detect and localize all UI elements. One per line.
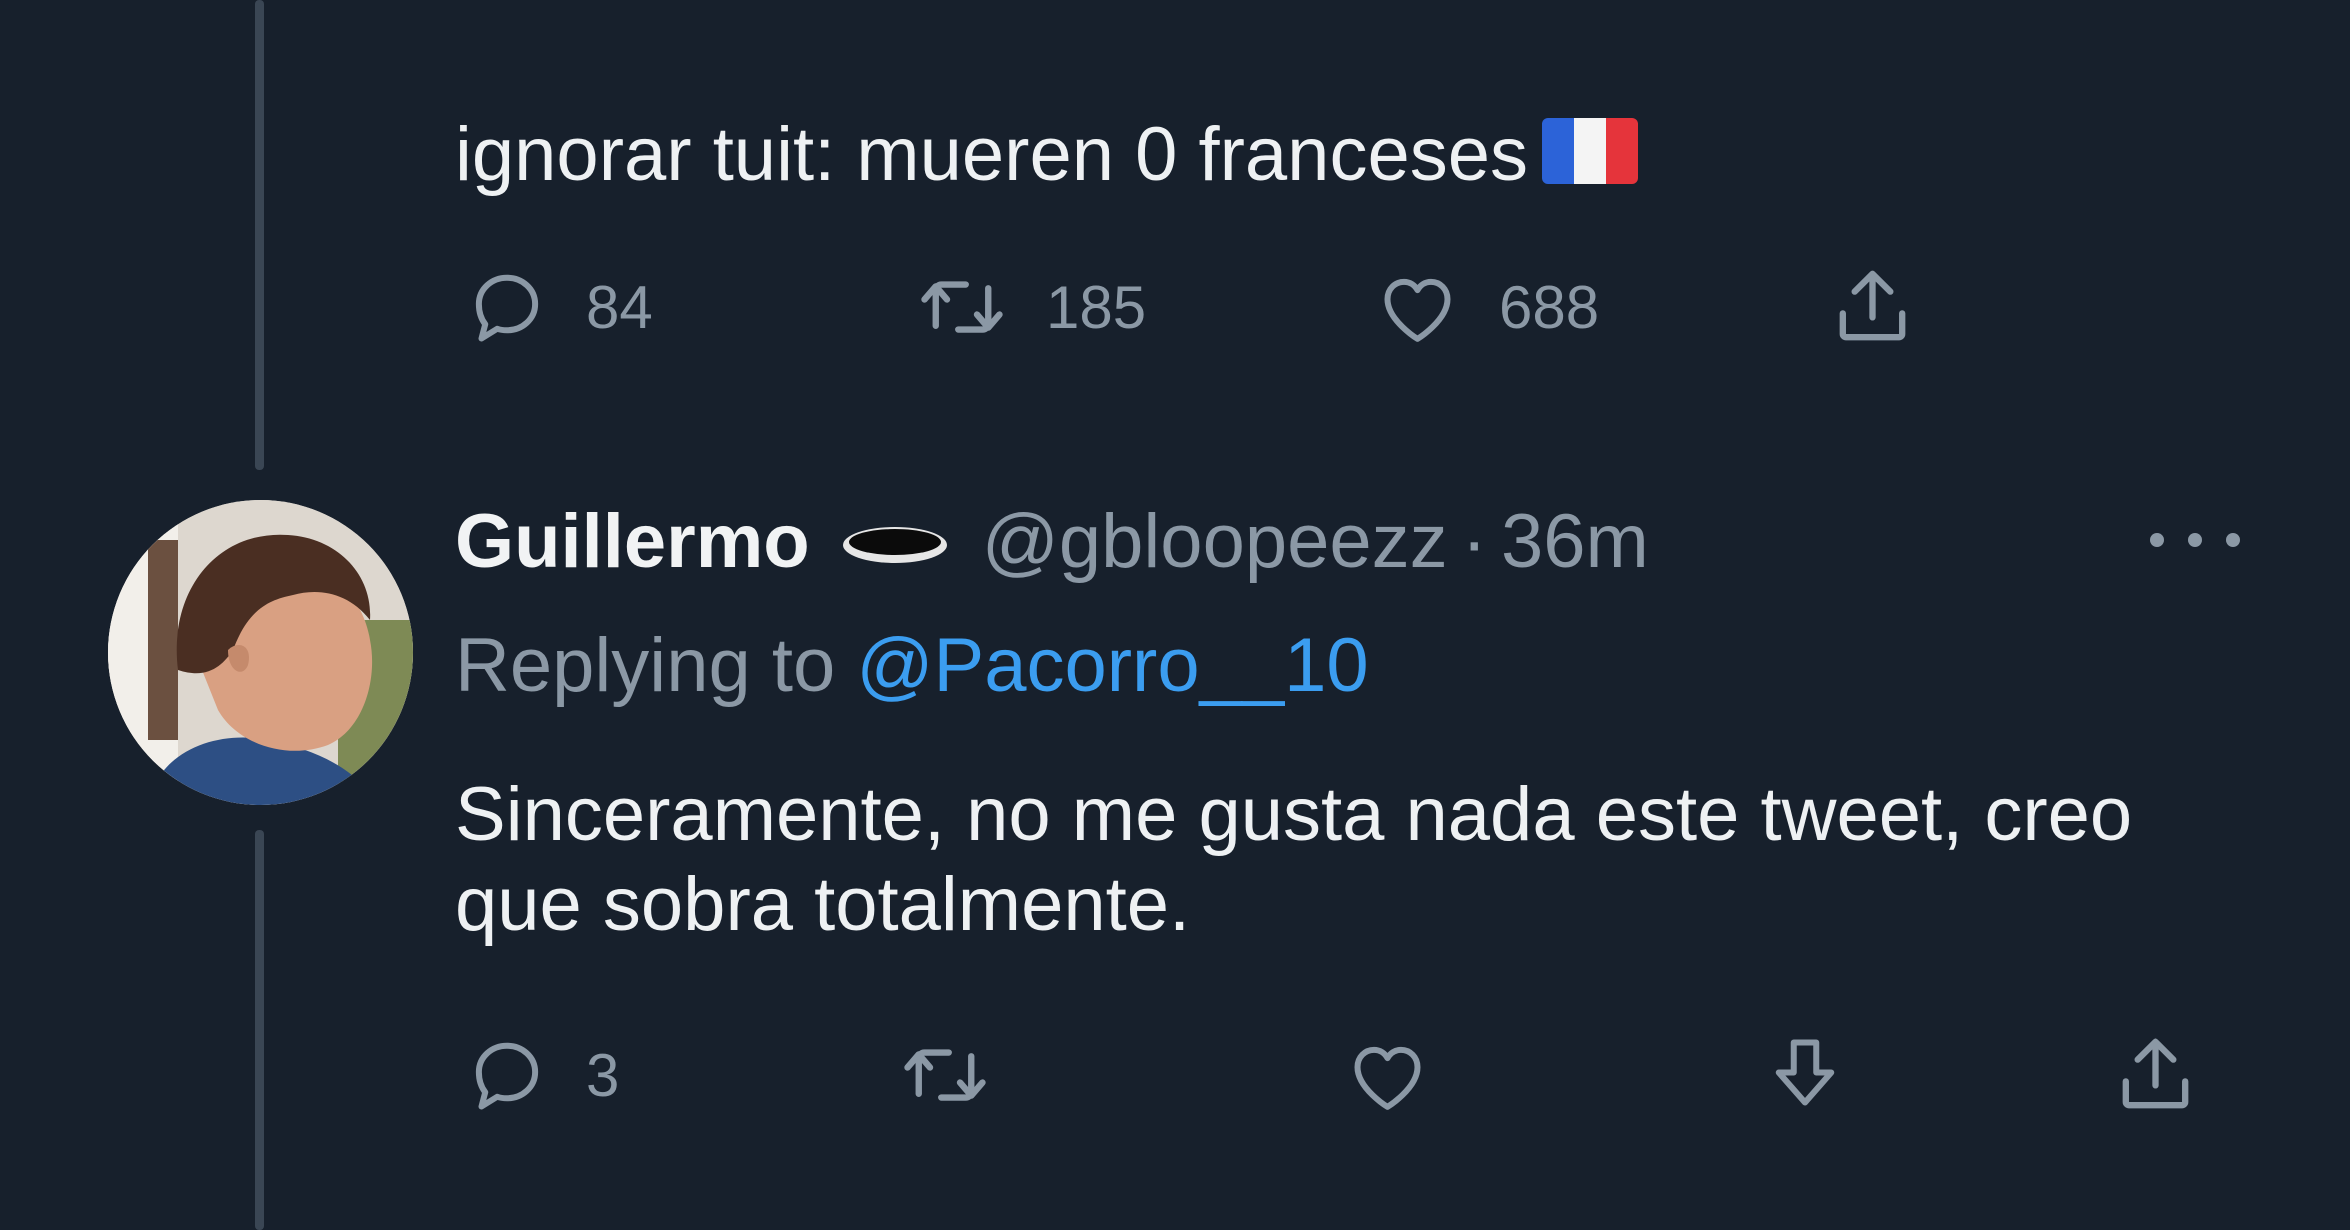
parent-tweet-body: ignorar tuit: mueren 0 franceses — [455, 112, 1528, 197]
hole-icon — [840, 498, 950, 585]
more-dot — [2188, 533, 2202, 547]
reply-header: Guillermo @gbloopeezz · 36m — [455, 498, 1649, 585]
reply-icon — [475, 1042, 539, 1110]
more-options-button[interactable] — [2150, 520, 2240, 560]
reply-count: 3 — [586, 1041, 620, 1109]
tweet-thread: ignorar tuit: mueren 0 franceses 84 185 … — [0, 0, 2350, 1230]
user-handle[interactable]: @gbloopeezz — [982, 498, 1448, 585]
retweet-count: 185 — [1046, 273, 1147, 341]
retweet-button[interactable]: 185 — [912, 262, 1146, 352]
reply-count: 84 — [586, 273, 653, 341]
retweet-button[interactable] — [895, 1030, 995, 1120]
reply-button[interactable]: 84 — [462, 262, 653, 352]
retweet-icon — [904, 1049, 986, 1101]
more-dot — [2150, 533, 2164, 547]
thread-connector-line — [255, 830, 264, 1230]
like-button[interactable]: 688 — [1370, 262, 1599, 352]
share-button[interactable] — [1825, 258, 1920, 353]
reply-button[interactable]: 3 — [462, 1030, 619, 1120]
share-icon — [1839, 270, 1906, 341]
more-dot — [2226, 533, 2240, 547]
replying-to: Replying to @Pacorro__10 — [455, 622, 1369, 709]
arrow-down-icon — [1775, 1039, 1835, 1106]
reply-tweet-text: Sinceramente, no me gusta nada este twee… — [455, 772, 2133, 947]
replying-prefix: Replying to — [455, 623, 836, 708]
display-name[interactable]: Guillermo — [455, 498, 810, 585]
parent-tweet-text: ignorar tuit: mueren 0 franceses — [455, 110, 1638, 200]
like-button[interactable] — [1340, 1030, 1435, 1120]
timestamp[interactable]: 36m — [1501, 498, 1649, 585]
separator-dot: · — [1461, 499, 1487, 584]
replying-to-mention[interactable]: @Pacorro__10 — [856, 623, 1368, 708]
retweet-icon — [921, 281, 1003, 333]
heart-icon — [1384, 278, 1451, 342]
france-flag-icon — [1541, 118, 1638, 184]
share-icon — [2122, 1038, 2189, 1109]
share-button[interactable] — [2108, 1026, 2203, 1121]
avatar[interactable] — [108, 500, 413, 805]
thread-connector-line — [255, 0, 264, 470]
heart-icon — [1354, 1046, 1421, 1110]
like-count: 688 — [1499, 273, 1600, 341]
user-photo — [108, 500, 413, 805]
downvote-button[interactable] — [1760, 1025, 1850, 1120]
reply-icon — [475, 274, 539, 342]
